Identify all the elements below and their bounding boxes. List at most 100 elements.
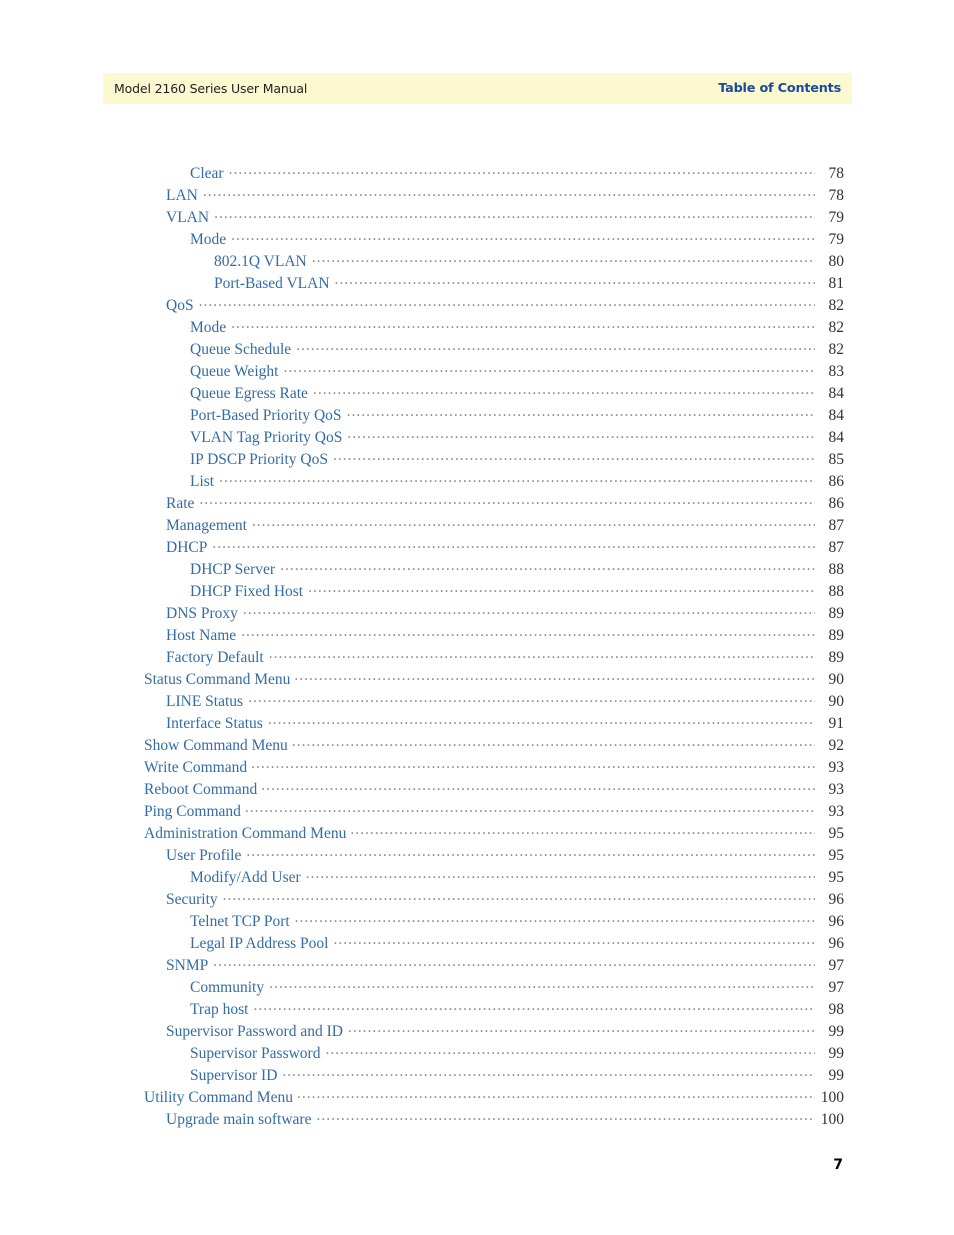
toc-entry-page: 100 [820,1089,844,1106]
toc-entry[interactable]: VLAN 79 [166,207,844,229]
toc-entry-page: 97 [828,979,845,996]
toc-entry-label: DNS Proxy [166,605,238,622]
toc-entry-label: Queue Weight [190,363,279,380]
toc-entry[interactable]: Supervisor ID 99 [190,1065,844,1087]
toc-entry-page: 97 [828,957,845,974]
toc-dot-leader [280,559,815,574]
toc-entry-page: 78 [828,165,845,182]
toc-dot-leader [231,317,815,332]
toc-entry-page: 86 [828,495,845,512]
toc-entry[interactable]: Queue Weight 83 [190,361,844,383]
toc-entry[interactable]: Clear 78 [190,163,844,185]
toc-entry[interactable]: DHCP 87 [166,537,844,559]
toc-entry-label: Modify/Add User [190,869,301,886]
toc-entry[interactable]: Administration Command Menu 95 [144,823,844,845]
toc-entry[interactable]: Upgrade main software 100 [166,1109,844,1131]
toc-entry[interactable]: 802.1Q VLAN 80 [214,251,844,273]
toc-entry[interactable]: Queue Schedule 82 [190,339,844,361]
toc-entry[interactable]: QoS 82 [166,295,844,317]
toc-entry[interactable]: Port-Based VLAN 81 [214,273,844,295]
toc-entry-label: Legal IP Address Pool [190,935,329,952]
toc-dot-leader [203,185,815,200]
toc-dot-leader [308,581,815,596]
toc-entry-label: Interface Status [166,715,263,732]
toc-dot-leader [348,1021,815,1036]
toc-entry[interactable]: Mode 79 [190,229,844,251]
toc-dot-leader [350,823,815,838]
toc-entry[interactable]: DHCP Server 88 [190,559,844,581]
toc-entry-label: Queue Schedule [190,341,292,358]
toc-entry-page: 89 [828,649,845,666]
toc-dot-leader [252,515,815,530]
toc-entry-label: List [190,473,215,490]
toc-entry-page: 89 [828,605,845,622]
toc-entry-page: 82 [828,341,845,358]
toc-entry[interactable]: Reboot Command 93 [144,779,844,801]
toc-entry-label: Telnet TCP Port [190,913,290,930]
toc-entry[interactable]: DHCP Fixed Host 88 [190,581,844,603]
toc-entry[interactable]: Factory Default 89 [166,647,844,669]
toc-entry[interactable]: Mode 82 [190,317,844,339]
toc-entry[interactable]: Community 97 [190,977,844,999]
toc-entry-page: 93 [828,781,845,798]
toc-dot-leader [261,779,815,794]
toc-entry[interactable]: LINE Status 90 [166,691,844,713]
toc-entry[interactable]: Write Command 93 [144,757,844,779]
toc-entry[interactable]: LAN 78 [166,185,844,207]
toc-entry[interactable]: Telnet TCP Port 96 [190,911,844,933]
toc-entry[interactable]: Management 87 [166,515,844,537]
toc-entry-label: VLAN [166,209,210,226]
toc-entry[interactable]: User Profile 95 [166,845,844,867]
toc-entry[interactable]: SNMP 97 [166,955,844,977]
toc-entry-label: DHCP Fixed Host [190,583,304,600]
toc-dot-leader [231,229,815,244]
toc-entry-page: 79 [828,231,845,248]
toc-entry-page: 99 [828,1023,845,1040]
toc-entry-label: DHCP Server [190,561,276,578]
toc-entry[interactable]: Rate 86 [166,493,844,515]
toc-entry[interactable]: Supervisor Password and ID 99 [166,1021,844,1043]
toc-entry[interactable]: Legal IP Address Pool 96 [190,933,844,955]
toc-entry[interactable]: DNS Proxy 89 [166,603,844,625]
toc-entry-page: 100 [820,1111,844,1128]
toc-entry-label: Management [166,517,247,534]
toc-entry[interactable]: Port-Based Priority QoS 84 [190,405,844,427]
toc-entry[interactable]: Trap host 98 [190,999,844,1021]
toc-entry-page: 80 [828,253,845,270]
toc-entry-page: 84 [828,429,845,446]
toc-dot-leader [283,361,815,376]
toc-entry-label: Supervisor Password and ID [166,1023,343,1040]
toc-dot-leader [306,867,815,882]
toc-dot-leader [325,1043,815,1058]
toc-entry[interactable]: Host Name 89 [166,625,844,647]
toc-entry[interactable]: Utility Command Menu 100 [144,1087,844,1109]
toc-entry-label: DHCP [166,539,208,556]
toc-entry[interactable]: Interface Status 91 [166,713,844,735]
toc-entry[interactable]: List 86 [190,471,844,493]
toc-dot-leader [316,1109,815,1124]
toc-dot-leader [245,801,815,816]
toc-entry-page: 98 [828,1001,845,1018]
toc-entry[interactable]: Status Command Menu 90 [144,669,844,691]
toc-entry[interactable]: Modify/Add User 95 [190,867,844,889]
toc-entry[interactable]: VLAN Tag Priority QoS 84 [190,427,844,449]
toc-entry-label: 802.1Q VLAN [214,253,307,270]
toc-entry-label: LAN [166,187,198,204]
toc-entry[interactable]: Supervisor Password 99 [190,1043,844,1065]
toc-entry-page: 91 [828,715,845,732]
toc-entry[interactable]: Show Command Menu 92 [144,735,844,757]
toc-entry-page: 99 [828,1045,845,1062]
toc-entry-label: Supervisor Password [190,1045,321,1062]
toc-entry[interactable]: Ping Command 93 [144,801,844,823]
toc-entry[interactable]: Security 96 [166,889,844,911]
toc-entry[interactable]: Queue Egress Rate 84 [190,383,844,405]
running-header: Model 2160 Series User Manual Table of C… [103,73,852,104]
toc-entry-page: 99 [828,1067,845,1084]
toc-entry-page: 95 [828,869,845,886]
toc-entry-page: 95 [828,847,845,864]
toc-entry-label: Rate [166,495,195,512]
toc-entry[interactable]: IP DSCP Priority QoS 85 [190,449,844,471]
toc-entry-page: 95 [828,825,845,842]
toc-entry-label: Status Command Menu [144,671,291,688]
toc-entry-page: 84 [828,407,845,424]
